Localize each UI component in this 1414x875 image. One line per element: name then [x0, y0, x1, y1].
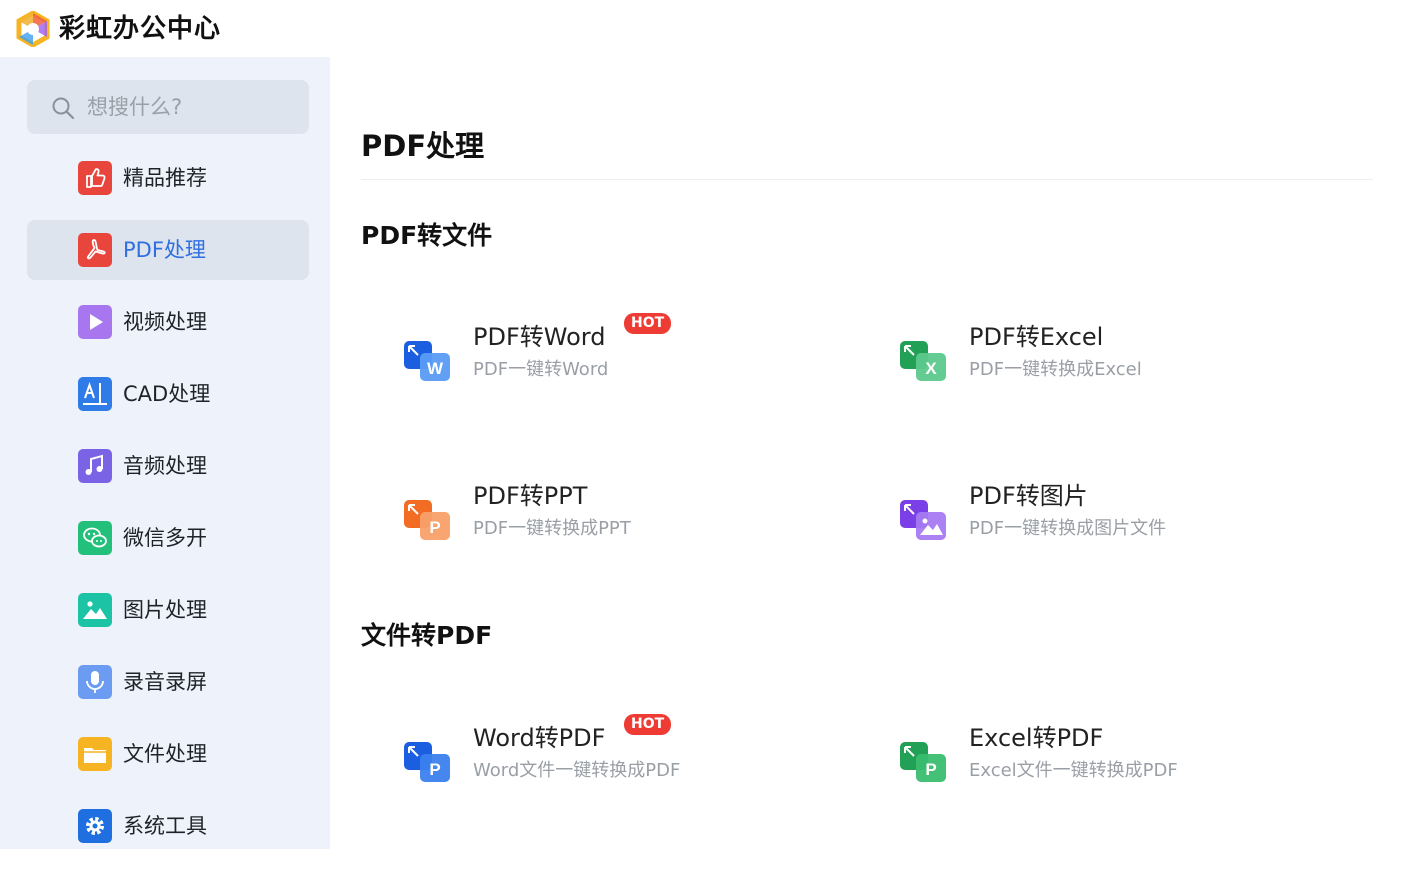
sidebar-item-label: CAD处理 [123, 382, 211, 406]
section-title: PDF转文件 [361, 221, 493, 250]
page-title: PDF处理 [361, 129, 485, 163]
cad-icon [78, 377, 112, 411]
wechat-icon [78, 521, 112, 555]
sidebar-item-recording[interactable]: 录音录屏 [27, 652, 309, 712]
section-title: 文件转PDF [361, 621, 493, 650]
tool-title: Word转PDF [473, 724, 606, 752]
tool-title: PDF转图片 [969, 482, 1088, 510]
tool-subtitle: PDF一键转换成Excel [969, 359, 1142, 380]
tool-title: PDF转Excel [969, 323, 1104, 351]
play-icon [78, 305, 112, 339]
svg-text:W: W [427, 359, 444, 378]
sidebar-item-label: 音频处理 [123, 454, 207, 478]
sidebar-item-label: 微信多开 [123, 526, 207, 550]
tool-title: PDF转PPT [473, 482, 588, 510]
search-input[interactable]: 想搜什么? [87, 80, 182, 134]
sidebar-item-label: 视频处理 [123, 310, 207, 334]
image-icon [78, 593, 112, 627]
tool-card-excel-to-pdf[interactable]: P Excel转PDF Excel文件一键转换成PDF [900, 720, 1320, 800]
thumbs-up-icon [78, 161, 112, 195]
tool-title: Excel转PDF [969, 724, 1104, 752]
search-box[interactable]: 想搜什么? [27, 80, 309, 134]
tool-title: PDF转Word [473, 323, 606, 351]
sidebar-item-recommend[interactable]: 精品推荐 [27, 148, 309, 208]
word-to-pdf-icon: P [404, 742, 450, 782]
tool-card-pdf-to-ppt[interactable]: P PDF转PPT PDF一键转换成PPT [404, 478, 824, 558]
tool-card-word-to-pdf[interactable]: P Word转PDF HOT Word文件一键转换成PDF [404, 714, 824, 800]
sidebar-item-label: 精品推荐 [123, 166, 207, 190]
search-icon [52, 97, 75, 120]
sidebar-item-label: 系统工具 [123, 814, 207, 838]
rainbow-logo-icon [16, 11, 50, 47]
gear-icon [78, 809, 112, 843]
sidebar-item-label: 文件处理 [123, 742, 207, 766]
svg-text:P: P [429, 760, 440, 779]
svg-text:X: X [925, 359, 937, 378]
pdf-to-image-icon [900, 500, 946, 540]
pdf-to-word-icon: W [404, 341, 450, 381]
tool-subtitle: PDF一键转换成PPT [473, 518, 631, 539]
pdf-to-ppt-icon: P [404, 500, 450, 540]
sidebar-item-audio[interactable]: 音频处理 [27, 436, 309, 496]
app-title: 彩虹办公中心 [59, 14, 222, 44]
pdf-to-excel-icon: X [900, 341, 946, 381]
sidebar-item-label: 录音录屏 [123, 670, 207, 694]
sidebar-item-files[interactable]: 文件处理 [27, 724, 309, 784]
tool-subtitle: Excel文件一键转换成PDF [969, 760, 1178, 781]
sidebar-item-cad[interactable]: CAD处理 [27, 364, 309, 424]
folder-icon [78, 737, 112, 771]
sidebar-item-label: PDF处理 [123, 238, 206, 262]
main-panel: PDF处理 PDF转文件 W PDF转Word HOT PDF一键转Word X… [330, 75, 1403, 875]
tool-card-pdf-to-word[interactable]: W PDF转Word HOT PDF一键转Word [404, 313, 824, 399]
app-header: 彩虹办公中心 [0, 0, 1414, 57]
sidebar-item-image[interactable]: 图片处理 [27, 580, 309, 640]
tool-subtitle: PDF一键转换成图片文件 [969, 518, 1167, 539]
sidebar-item-label: 图片处理 [123, 598, 207, 622]
pdf-icon [78, 233, 112, 267]
tool-subtitle: Word文件一键转换成PDF [473, 760, 681, 781]
sidebar-item-system[interactable]: 系统工具 [27, 796, 309, 856]
divider [361, 179, 1373, 180]
svg-text:P: P [925, 760, 936, 779]
hot-badge: HOT [624, 714, 672, 735]
music-icon [78, 449, 112, 483]
svg-text:P: P [429, 518, 440, 537]
sidebar-item-video[interactable]: 视频处理 [27, 292, 309, 352]
tool-subtitle: PDF一键转Word [473, 359, 609, 380]
sidebar: 想搜什么? 精品推荐 PDF处理 视频处理 CAD处理 音频处理 微信多开 图片… [0, 57, 330, 849]
microphone-icon [78, 665, 112, 699]
hot-badge: HOT [624, 313, 672, 334]
tool-card-pdf-to-excel[interactable]: X PDF转Excel PDF一键转换成Excel [900, 319, 1320, 399]
sidebar-item-pdf[interactable]: PDF处理 [27, 220, 309, 280]
tool-card-pdf-to-image[interactable]: PDF转图片 PDF一键转换成图片文件 [900, 478, 1320, 558]
excel-to-pdf-icon: P [900, 742, 946, 782]
sidebar-item-wechat[interactable]: 微信多开 [27, 508, 309, 568]
